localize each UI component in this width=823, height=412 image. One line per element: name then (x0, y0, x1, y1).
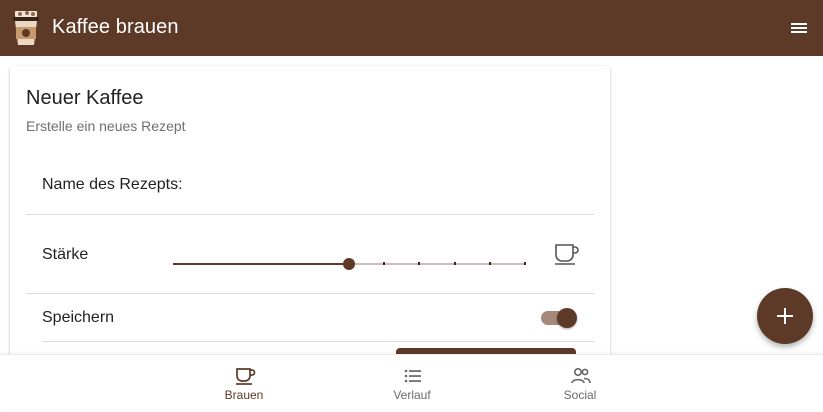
add-button[interactable] (757, 288, 813, 344)
nav-item-social[interactable]: Social (496, 355, 664, 412)
coffee-cup-icon (236, 368, 256, 385)
slider-tick (418, 262, 420, 265)
slider-tick (454, 262, 456, 265)
strength-label: Stärke (42, 246, 89, 263)
slider-tick (489, 262, 491, 265)
slider-tick (383, 262, 385, 265)
save-toggle[interactable] (541, 306, 579, 330)
plus-icon (777, 308, 793, 324)
nav-item-verlauf[interactable]: Verlauf (328, 355, 496, 412)
card-title: Neuer Kaffee (26, 87, 144, 109)
app-bar: Kaffee brauen (0, 0, 823, 56)
bottom-navigation: Brauen Verlauf Social (0, 354, 823, 411)
save-label: Speichern (42, 309, 115, 326)
people-icon (571, 367, 591, 384)
nav-label-social: Social (563, 388, 597, 402)
app-title: Kaffee brauen (52, 16, 179, 38)
toggle-thumb (557, 308, 577, 328)
save-divider (42, 341, 594, 342)
nav-label-verlauf: Verlauf (393, 388, 431, 402)
coffee-cup-logo-icon (13, 11, 39, 45)
hamburger-menu-icon[interactable] (789, 18, 809, 38)
strength-slider[interactable] (173, 252, 526, 276)
slider-tick (524, 262, 526, 265)
strength-divider (26, 293, 594, 294)
slider-track-rest (349, 263, 525, 265)
nav-label-brauen: Brauen (224, 388, 264, 402)
nav-item-brauen[interactable]: Brauen (160, 355, 328, 412)
coffee-cup-icon (555, 244, 579, 265)
slider-track-active (173, 263, 349, 265)
new-coffee-card: Neuer Kaffee Erstelle ein neues Rezept N… (10, 66, 610, 366)
recipe-name-divider (26, 214, 594, 215)
recipe-name-label[interactable]: Name des Rezepts: (42, 176, 183, 194)
slider-thumb[interactable] (343, 258, 355, 270)
card-subtitle: Erstelle ein neues Rezept (26, 118, 186, 134)
list-icon (404, 369, 421, 383)
